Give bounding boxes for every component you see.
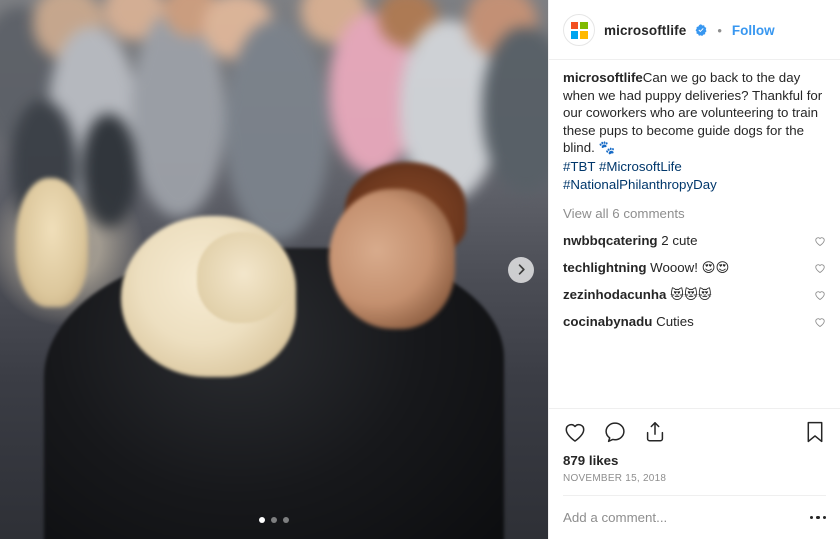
hashtag-tbt[interactable]: #TBT xyxy=(563,159,595,174)
heart-outline-icon[interactable] xyxy=(814,262,826,274)
comment-text: 2 cute xyxy=(661,233,698,249)
comment-row: nwbbqcatering 2 cute xyxy=(563,232,826,250)
avatar[interactable] xyxy=(563,14,595,46)
photo-person-head xyxy=(328,188,455,329)
carousel-next-button[interactable] xyxy=(508,256,534,283)
comment-emoji: 😻😻😻 xyxy=(670,288,712,304)
hashtag-microsoftlife[interactable]: #MicrosoftLife xyxy=(599,159,682,174)
likes-count[interactable]: 879 likes xyxy=(563,453,826,468)
heart-outline-icon[interactable] xyxy=(814,235,826,247)
comment-row: zezinhodacunha 😻😻😻 xyxy=(563,286,826,304)
follow-button[interactable]: Follow xyxy=(732,23,775,38)
post-header: microsoftlife • Follow xyxy=(549,0,840,60)
add-comment-input[interactable] xyxy=(563,510,802,525)
photo-puppy-face xyxy=(197,231,291,324)
comment-row: cocinabynadu Cuties xyxy=(563,313,826,331)
comment-username[interactable]: zezinhodacunha xyxy=(563,287,666,302)
more-options-button[interactable] xyxy=(809,514,826,522)
comment-username[interactable]: cocinabynadu xyxy=(563,314,652,329)
carousel-dot-3[interactable] xyxy=(283,517,289,523)
caption-username[interactable]: microsoftlife xyxy=(563,70,643,85)
carousel-dot-2[interactable] xyxy=(271,517,277,523)
comment-body: zezinhodacunha 😻😻😻 xyxy=(563,286,806,304)
heart-outline-icon[interactable] xyxy=(814,289,826,301)
comment-body: nwbbqcatering 2 cute xyxy=(563,232,806,250)
post-caption: microsoftlifeCan we go back to the day w… xyxy=(563,69,826,193)
comment-row: techlightning Wooow! 😍😍 xyxy=(563,259,826,277)
save-button[interactable] xyxy=(804,420,826,444)
action-bar xyxy=(563,420,826,444)
comment-username[interactable]: techlightning xyxy=(563,260,646,275)
carousel-dot-1[interactable] xyxy=(259,517,265,523)
header-separator: • xyxy=(717,22,722,38)
heart-outline-icon[interactable] xyxy=(814,316,826,328)
hashtag-nationalphilanthropyday[interactable]: #NationalPhilanthropyDay xyxy=(563,177,717,192)
view-all-comments-link[interactable]: View all 6 comments xyxy=(563,206,826,221)
comments-scroll-area[interactable]: microsoftlifeCan we go back to the day w… xyxy=(549,60,840,408)
post-sidebar: microsoftlife • Follow microsoftlifeCan … xyxy=(548,0,840,539)
photo-ground-puppy xyxy=(16,177,88,308)
post-username[interactable]: microsoftlife xyxy=(604,23,686,38)
paw-prints-emoji: 🐾 xyxy=(598,141,616,157)
share-button[interactable] xyxy=(643,420,667,444)
post-date: NOVEMBER 15, 2018 xyxy=(563,473,667,484)
comment-button[interactable] xyxy=(603,420,627,444)
carousel-dots[interactable] xyxy=(0,517,548,523)
comment-body: techlightning Wooow! 😍😍 xyxy=(563,259,806,277)
comment-text: Cuties xyxy=(656,314,694,330)
post-footer: 879 likes NOVEMBER 15, 2018 xyxy=(549,408,840,539)
instagram-post: microsoftlife • Follow microsoftlifeCan … xyxy=(0,0,840,539)
post-photo xyxy=(0,0,548,539)
comment-emoji: 😍😍 xyxy=(701,261,730,277)
comment-username[interactable]: nwbbqcatering xyxy=(563,233,658,248)
post-media-panel[interactable] xyxy=(0,0,548,539)
comment-text: Wooow! xyxy=(650,260,698,276)
microsoft-logo-icon xyxy=(570,21,588,39)
add-comment-row xyxy=(563,495,826,539)
like-button[interactable] xyxy=(563,420,587,444)
verified-badge-icon xyxy=(695,24,707,36)
chevron-right-icon xyxy=(518,264,525,275)
comment-body: cocinabynadu Cuties xyxy=(563,313,806,331)
